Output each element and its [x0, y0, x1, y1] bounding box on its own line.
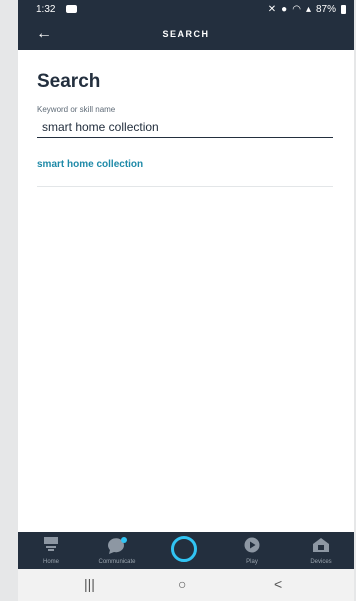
- nav-communicate[interactable]: Communicate: [90, 532, 144, 569]
- home-button[interactable]: ○: [178, 576, 186, 592]
- search-result-label: smart home collection: [37, 159, 144, 170]
- status-time: 1:32: [36, 4, 56, 15]
- chat-icon: [107, 537, 127, 554]
- search-input[interactable]: [37, 116, 333, 138]
- battery-level: 87%: [315, 4, 336, 15]
- signal-icon: ▴: [305, 4, 311, 15]
- nav-devices-label: Devices: [310, 559, 332, 565]
- nav-play[interactable]: Play: [225, 532, 279, 569]
- message-notification-icon: [66, 5, 77, 13]
- back-button[interactable]: <: [274, 576, 282, 592]
- location-icon: ●: [281, 4, 288, 15]
- page-title: Search: [37, 71, 101, 92]
- app-bar-title: SEARCH: [162, 29, 210, 39]
- play-icon: [244, 537, 260, 553]
- alexa-button[interactable]: [171, 536, 197, 562]
- nav-home[interactable]: Home: [24, 532, 78, 569]
- recents-button[interactable]: |||: [84, 576, 95, 592]
- app-bar: ← SEARCH: [18, 20, 354, 50]
- mute-icon: ✕: [267, 4, 277, 15]
- nav-home-label: Home: [42, 559, 59, 565]
- status-bar: 1:32 ✕ ● ◠ ▴ 87%: [18, 0, 354, 20]
- search-result-item[interactable]: smart home collection: [37, 158, 333, 187]
- nav-communicate-label: Communicate: [98, 559, 136, 565]
- bottom-nav: Home Communicate Play Devices: [18, 532, 354, 569]
- home-icon: [44, 537, 58, 551]
- system-nav-bar: ||| ○ <: [18, 569, 354, 601]
- devices-icon: [313, 538, 329, 552]
- nav-play-label: Play: [246, 559, 258, 565]
- nav-devices[interactable]: Devices: [294, 532, 348, 569]
- wifi-icon: ◠: [292, 4, 301, 15]
- battery-icon: [341, 5, 346, 14]
- search-field-label: Keyword or skill name: [37, 105, 116, 114]
- phone-screen: 1:32 ✕ ● ◠ ▴ 87% ← SEARCH Search Keyword…: [18, 0, 354, 601]
- status-indicators: ✕ ● ◠ ▴ 87%: [268, 4, 346, 15]
